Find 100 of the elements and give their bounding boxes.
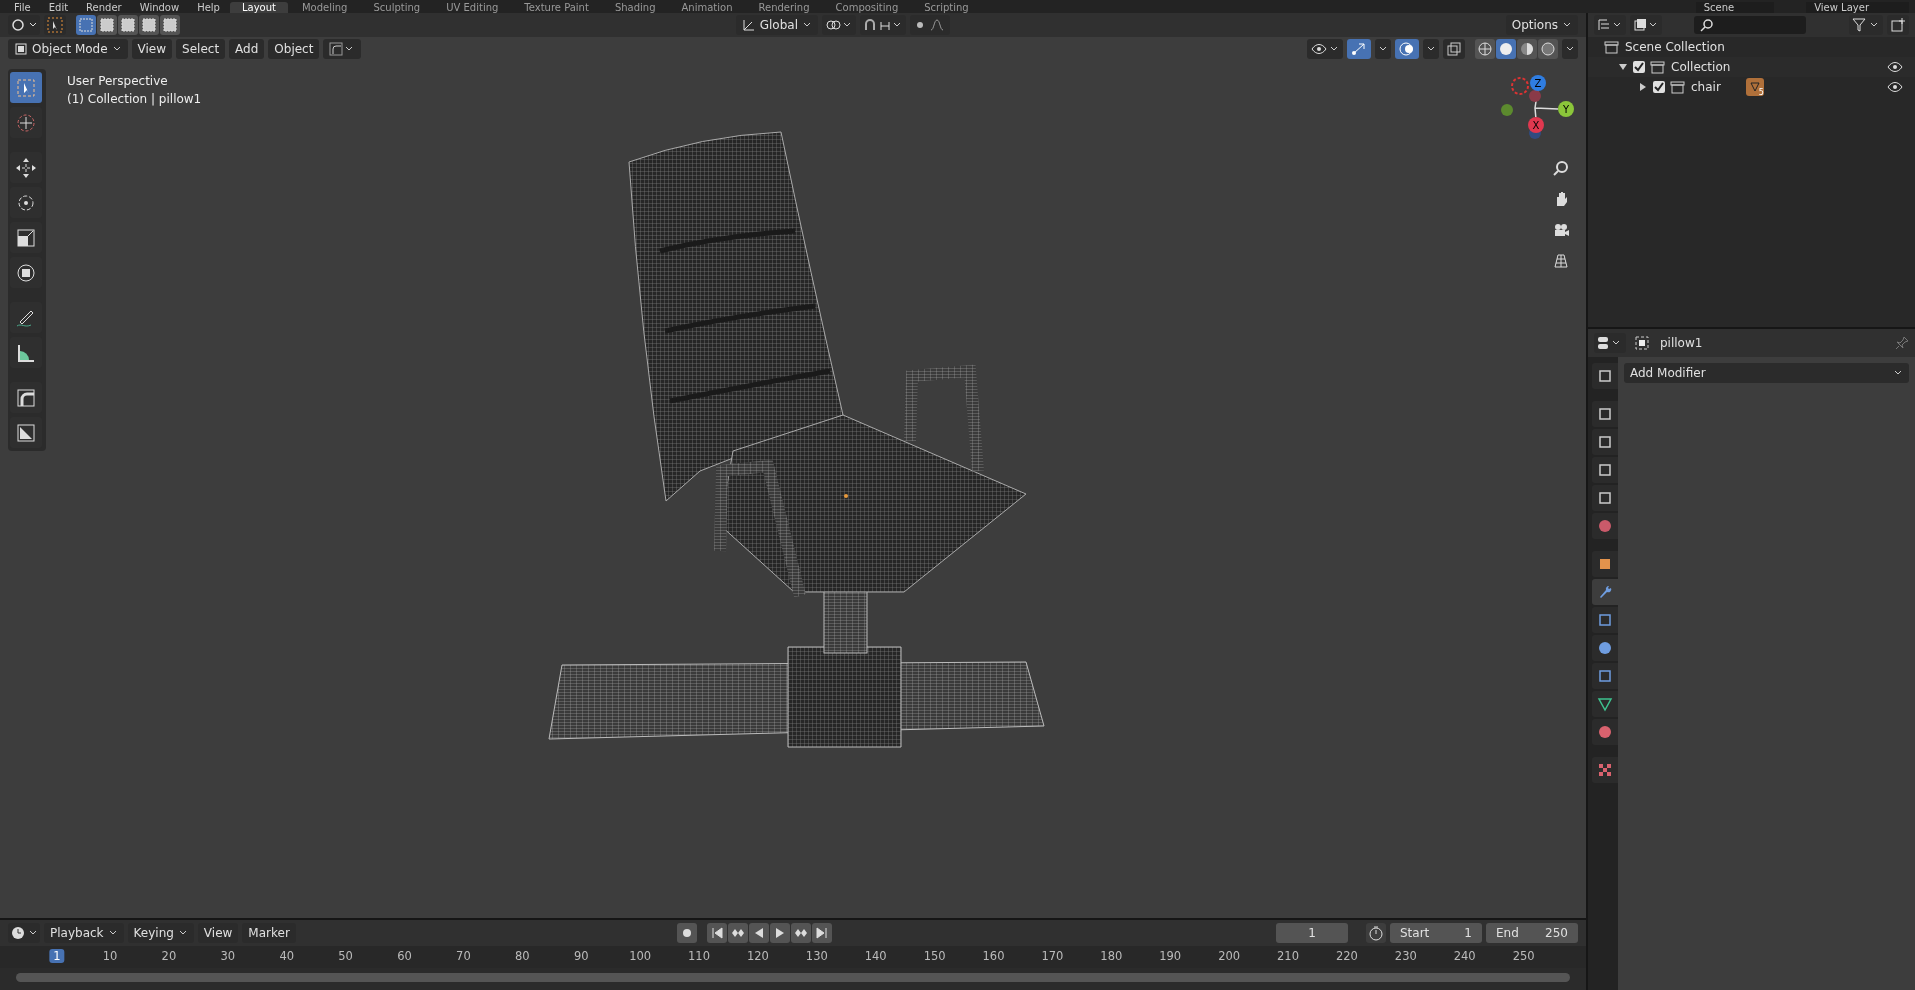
menu-item[interactable]: Keying [127, 923, 194, 943]
workspace-tab[interactable]: Scripting [912, 2, 981, 13]
filter-button[interactable] [1849, 15, 1883, 35]
add-modifier-dropdown[interactable]: Add Modifier [1624, 363, 1909, 383]
display-mode-button[interactable] [1594, 15, 1626, 35]
tool-button[interactable] [10, 337, 42, 368]
filter-view-button[interactable] [1630, 15, 1662, 35]
scrollbar-thumb[interactable] [16, 973, 1570, 982]
modifier-tab[interactable] [1592, 579, 1618, 605]
physics-tab[interactable] [1592, 635, 1618, 661]
workspace-tab[interactable]: Compositing [823, 2, 911, 13]
view-layer-tab[interactable] [1592, 457, 1618, 483]
outliner-item[interactable]: Scene Collection [1625, 40, 1725, 54]
pivot-button[interactable] [822, 15, 856, 35]
options-dropdown[interactable]: Options [1505, 15, 1578, 35]
start-frame-field[interactable]: Start 1 [1390, 923, 1482, 943]
world-tab[interactable] [1592, 513, 1618, 539]
shading-mode-button[interactable] [1517, 39, 1537, 59]
shading-curve-dropdown[interactable] [323, 39, 362, 59]
material-tab[interactable] [1592, 719, 1618, 745]
menu-item[interactable]: Window [131, 2, 188, 13]
disclosure-triangle-icon[interactable] [1618, 62, 1628, 72]
menu-item[interactable]: Select [176, 39, 226, 59]
disclosure-triangle-icon[interactable] [1638, 82, 1648, 92]
render-tab[interactable] [1592, 401, 1618, 427]
workspace-tab[interactable]: Rendering [746, 2, 822, 13]
menu-item[interactable]: Help [189, 2, 228, 13]
selection-mode-button[interactable] [97, 15, 117, 35]
workspace-tab[interactable]: Sculpting [361, 2, 433, 13]
workspace-tab[interactable]: UV Editing [434, 2, 511, 13]
menu-item[interactable]: Add [229, 39, 265, 59]
editor-type-button[interactable] [8, 15, 40, 35]
workspace-tab[interactable]: Layout [229, 2, 288, 13]
workspace-tab[interactable]: Modeling [289, 2, 360, 13]
tool-button[interactable] [10, 302, 42, 333]
object-tab[interactable] [1592, 551, 1618, 577]
selection-mode-button[interactable] [118, 15, 138, 35]
workspace-tab[interactable]: Shading [602, 2, 668, 13]
menu-item[interactable]: Marker [242, 923, 296, 943]
mode-dropdown[interactable]: Object Mode [8, 39, 128, 59]
end-frame-field[interactable]: End 250 [1486, 923, 1578, 943]
tool-button[interactable] [10, 187, 42, 218]
tool-button[interactable] [10, 382, 42, 413]
texture-tab[interactable] [1592, 757, 1618, 783]
editor-type-button[interactable] [1594, 333, 1626, 353]
constraints-tab[interactable] [1592, 663, 1618, 689]
shading-mode-button[interactable] [1538, 39, 1558, 59]
workspace-tab[interactable]: Texture Paint [512, 2, 601, 13]
visibility-button[interactable] [1307, 39, 1343, 59]
jump-end-button[interactable] [812, 923, 832, 943]
pin-icon[interactable] [1895, 336, 1909, 350]
menu-item[interactable]: Playback [44, 923, 124, 943]
menu-item[interactable]: File [6, 2, 39, 13]
jump-start-button[interactable] [707, 923, 727, 943]
transform-orientation-dropdown[interactable]: Global [735, 15, 818, 35]
mesh-count-badge[interactable]: 5 [1745, 78, 1764, 96]
previous-keyframe-button[interactable] [728, 923, 748, 943]
record-button[interactable] [677, 923, 697, 943]
outliner-item[interactable]: chair [1691, 80, 1721, 94]
xray-toggle-button[interactable] [1443, 39, 1465, 59]
workspace-tab[interactable]: Animation [669, 2, 745, 13]
overlays-toggle-button[interactable] [1395, 39, 1419, 59]
tool-button[interactable] [10, 257, 42, 288]
tool-button[interactable] [10, 417, 42, 448]
new-collection-button[interactable] [1887, 15, 1909, 35]
current-frame-field[interactable]: 1 [1276, 923, 1348, 943]
selection-mode-button[interactable] [76, 15, 96, 35]
view-layer-field[interactable]: View Layer [1806, 2, 1909, 13]
gizmo-toggle-button[interactable] [1347, 39, 1371, 59]
output-tab[interactable] [1592, 429, 1618, 455]
navigation-gizmo[interactable]: Z Y X [1500, 63, 1590, 143]
selection-mode-button[interactable] [139, 15, 159, 35]
eye-icon[interactable] [1887, 61, 1903, 73]
snap-button[interactable] [860, 15, 906, 35]
editor-type-button[interactable] [8, 923, 40, 943]
tool-button[interactable] [10, 152, 42, 183]
next-keyframe-button[interactable] [791, 923, 811, 943]
menu-item[interactable]: View [131, 39, 173, 59]
tool-button[interactable] [10, 222, 42, 253]
menu-item[interactable]: View [197, 923, 239, 943]
tool-tab[interactable] [1592, 363, 1618, 389]
selection-mode-button[interactable] [160, 15, 180, 35]
shading-mode-button[interactable] [1475, 39, 1495, 59]
eye-icon[interactable] [1887, 81, 1903, 93]
menu-item[interactable]: Object [268, 39, 320, 59]
checkbox[interactable] [1633, 61, 1645, 73]
shading-mode-button[interactable] [1496, 39, 1516, 59]
scene-tab[interactable] [1592, 485, 1618, 511]
select-tool-button[interactable] [44, 15, 66, 35]
play-button[interactable] [770, 923, 790, 943]
outliner-item[interactable]: Collection [1671, 60, 1731, 74]
particles-tab[interactable] [1592, 607, 1618, 633]
search-field[interactable] [1694, 16, 1806, 34]
play-reverse-button[interactable] [749, 923, 769, 943]
checkbox[interactable] [1653, 81, 1665, 93]
proportional-edit-button[interactable] [910, 15, 950, 35]
menu-item[interactable]: Render [78, 2, 130, 13]
menu-item[interactable]: Edit [40, 2, 77, 13]
preview-range-button[interactable] [1366, 923, 1386, 943]
data-tab[interactable] [1592, 691, 1618, 717]
